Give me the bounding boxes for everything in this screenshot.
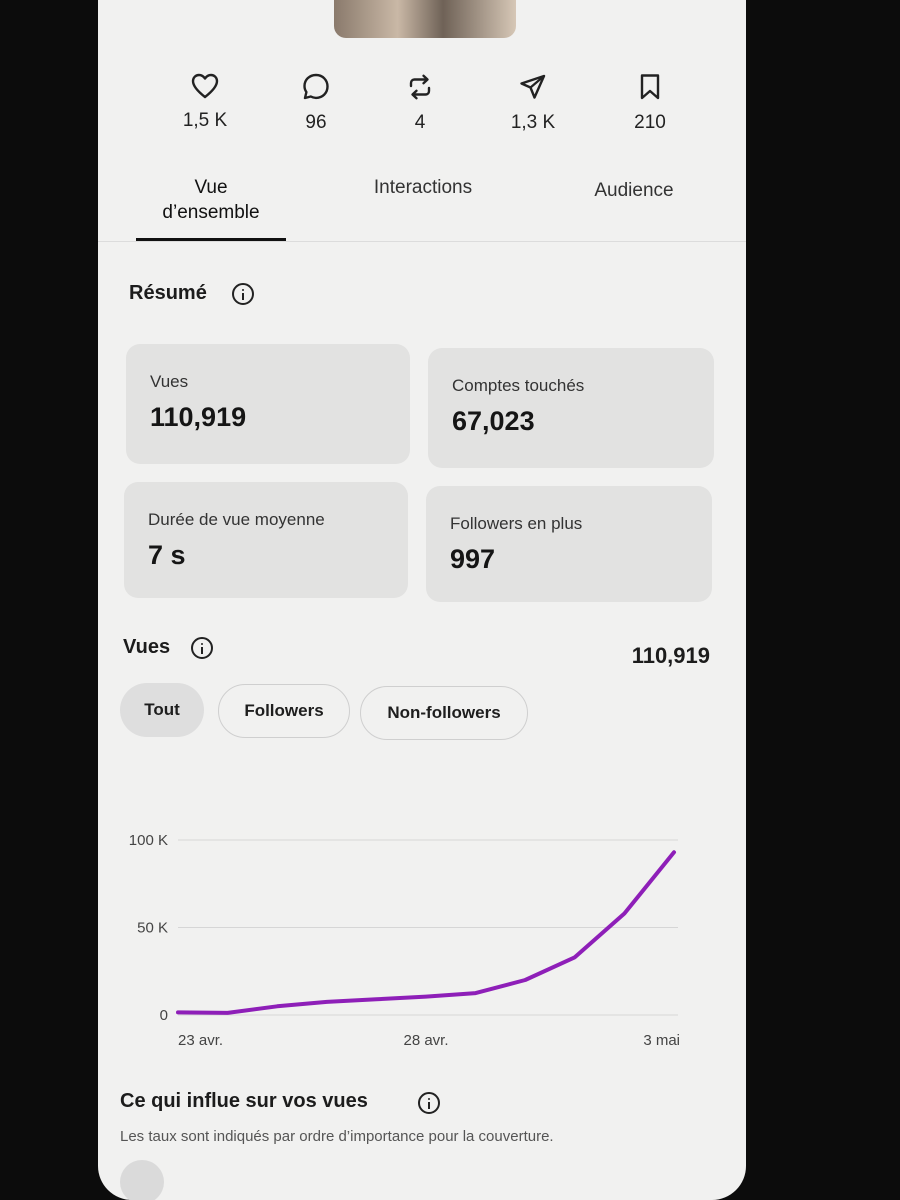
y-tick-label: 0 [160,1007,168,1024]
influence-subtitle: Les taux sont indiqués par ordre d’impor… [120,1128,554,1145]
comments-stat[interactable]: 96 [271,72,361,134]
card-accounts-reached-value: 67,023 [452,406,535,436]
bookmark-icon [640,74,660,100]
x-tick-label: 23 avr. [178,1032,223,1049]
card-followers-gained-label: Followers en plus [450,514,583,533]
x-tick-label: 3 mai [643,1032,680,1049]
active-tab-indicator [136,238,286,241]
x-tick-label: 28 avr. [403,1032,448,1049]
insights-tabs: Vue d’ensemble Interactions Audience [98,170,746,242]
tab-overview[interactable]: Vue d’ensemble [156,175,266,225]
tab-audience[interactable]: Audience [574,180,694,202]
reposts-count: 4 [414,112,426,133]
card-avg-watch-time-label: Durée de vue moyenne [148,510,325,529]
comments-count: 96 [305,112,327,133]
influence-item-icon [120,1160,164,1200]
comment-icon [303,73,329,100]
influence-title: Ce qui influe sur vos vues [120,1090,368,1113]
filter-followers-label: Followers [244,701,324,720]
card-followers-gained-value: 997 [450,544,496,574]
card-views: Vues 110,919 [126,344,410,464]
card-views-value: 110,919 [150,402,247,432]
tab-interactions-label: Interactions [373,177,473,198]
filter-all-label: Tout [144,700,180,719]
filter-followers[interactable]: Followers [218,684,350,738]
likes-count: 1,5 K [182,110,228,131]
views-info-icon[interactable] [191,637,213,659]
shares-stat[interactable]: 1,3 K [488,72,578,134]
tab-overview-label-line2: d’ensemble [162,202,260,223]
views-title: Vues [123,636,171,658]
saves-stat[interactable]: 210 [605,72,695,134]
influence-info-icon[interactable] [418,1092,440,1114]
card-avg-watch-time-value: 7 s [148,540,186,570]
views-series-line [176,850,676,1015]
reposts-stat[interactable]: 4 [375,72,465,134]
card-avg-watch-time: Durée de vue moyenne 7 s [124,482,408,598]
heart-icon [191,73,219,99]
y-tick-label: 50 K [137,920,168,937]
tab-audience-label: Audience [594,180,674,201]
card-accounts-reached-label: Comptes touchés [452,376,585,395]
likes-stat[interactable]: 1,5 K [160,72,250,132]
card-accounts-reached: Comptes touchés 67,023 [428,348,714,468]
card-followers-gained: Followers en plus 997 [426,486,712,602]
share-icon [520,74,546,99]
card-views-label: Vues [150,372,189,391]
tab-interactions[interactable]: Interactions [348,177,498,199]
views-total: 110,919 [631,643,710,668]
engagement-stats: 1,5 K 96 4 1,3 K 210 [98,72,746,152]
influence-title-text: Ce qui influe sur vos vues [120,1090,368,1112]
post-thumbnail[interactable] [334,0,516,38]
summary-title: Résumé [129,282,207,304]
filter-all[interactable]: Tout [120,683,204,737]
repost-icon [409,74,431,100]
saves-count: 210 [634,112,666,133]
views-chart: 0 50 K 100 K 23 avr. 28 avr. 3 mai [129,832,680,1049]
filter-non-followers-label: Non-followers [387,703,501,722]
y-tick-label: 100 K [129,832,168,849]
phone-screen: 1,5 K 96 4 1,3 K 210 Vue d’ensemble Inte… [98,0,746,1200]
shares-count: 1,3 K [510,112,556,133]
summary-info-icon[interactable] [232,283,254,305]
tab-overview-label-line1: Vue [194,177,228,198]
filter-non-followers[interactable]: Non-followers [360,686,528,740]
